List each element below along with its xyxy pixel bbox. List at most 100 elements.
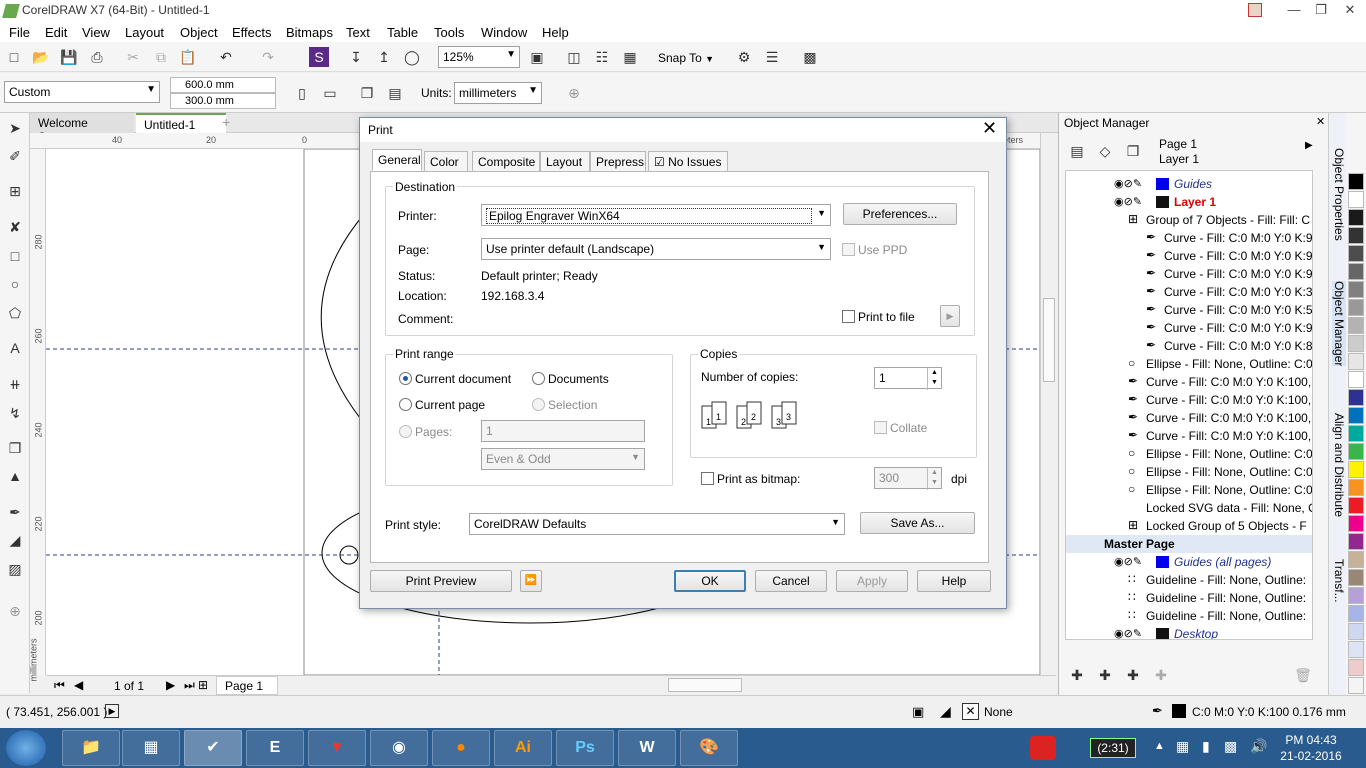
- tree-item[interactable]: ⊞ Locked Group of 5 Objects - F: [1066, 517, 1312, 535]
- color-swatch[interactable]: [1348, 353, 1364, 370]
- undo-icon[interactable]: ↶: [216, 47, 236, 67]
- show-grid-icon[interactable]: ▦: [620, 47, 640, 67]
- all-pages-icon[interactable]: ❐: [357, 83, 377, 103]
- tree-item[interactable]: ⊞ Group of 7 Objects - Fill: Fill: C: [1066, 211, 1312, 229]
- volume-icon[interactable]: 🔊: [1250, 738, 1267, 755]
- even-odd-select[interactable]: Even & Odd ▼: [481, 448, 645, 470]
- tree-item[interactable]: ○ Ellipse - Fill: None, Outline: C:0: [1066, 463, 1312, 481]
- print-preview-button[interactable]: Print Preview: [370, 570, 512, 592]
- tab-composite[interactable]: Composite: [472, 151, 540, 172]
- tab-welcome-screen[interactable]: Welcome Screen: [30, 113, 134, 144]
- color-swatch[interactable]: [1348, 407, 1364, 424]
- tree-item[interactable]: ✒ Curve - Fill: C:0 M:0 Y:0 K:8: [1066, 337, 1312, 355]
- portrait-icon[interactable]: ▯: [292, 83, 312, 103]
- add-tool-icon[interactable]: ⊕: [5, 601, 25, 621]
- collate-checkbox[interactable]: [874, 421, 887, 434]
- color-swatch[interactable]: [1348, 533, 1364, 550]
- last-page-icon[interactable]: ⏭: [184, 678, 195, 693]
- save-icon[interactable]: 💾: [59, 47, 79, 67]
- spin-arrows-icon[interactable]: ▲ ▼: [927, 468, 941, 490]
- taskbar-photoshop-icon[interactable]: Ps: [556, 730, 614, 766]
- use-ppd-checkbox[interactable]: [842, 243, 855, 256]
- tree-item[interactable]: ○ Ellipse - Fill: None, Outline: C:0: [1066, 445, 1312, 463]
- battery-timer[interactable]: (2:31): [1090, 738, 1136, 758]
- color-swatch[interactable]: [1348, 173, 1364, 190]
- print-as-bitmap-checkbox[interactable]: [701, 472, 714, 485]
- landscape-icon[interactable]: ▭: [320, 83, 340, 103]
- color-swatch[interactable]: [1348, 425, 1364, 442]
- tree-item[interactable]: ✒ Curve - Fill: C:0 M:0 Y:0 K:100,: [1066, 427, 1312, 445]
- paste-icon[interactable]: 📋: [178, 47, 198, 67]
- tab-no-issues[interactable]: ☑ No Issues: [648, 151, 728, 172]
- page-size-combo[interactable]: Custom ▼: [4, 81, 160, 103]
- redo-icon[interactable]: ↷: [258, 47, 278, 67]
- cancel-button[interactable]: Cancel: [755, 570, 827, 592]
- color-swatch[interactable]: [1348, 659, 1364, 676]
- color-swatch[interactable]: [1348, 389, 1364, 406]
- taskbar-app-red-icon[interactable]: ▼: [308, 730, 366, 766]
- menu-help[interactable]: Help: [542, 25, 569, 40]
- new-layer-icon[interactable]: ✚: [1067, 665, 1087, 685]
- new-master-layer-all-icon[interactable]: ✚: [1123, 665, 1143, 685]
- eyedropper-tool-icon[interactable]: ✒: [5, 502, 25, 522]
- publish-pdf-icon[interactable]: ◯: [402, 47, 422, 67]
- add-icon[interactable]: ⊕: [564, 83, 584, 103]
- close-icon[interactable]: ✕: [982, 118, 997, 139]
- fullscreen-icon[interactable]: ◫: [564, 47, 584, 67]
- docker-tab-object-manager[interactable]: Object Manager: [1332, 281, 1346, 367]
- add-page-icon[interactable]: ⊞: [198, 678, 208, 692]
- printer-select[interactable]: Epilog Engraver WinX64 ▼: [481, 204, 831, 226]
- connector-tool-icon[interactable]: ↯: [5, 403, 25, 423]
- tree-item[interactable]: Master Page: [1066, 535, 1312, 553]
- docker-tab-object-properties[interactable]: Object Properties: [1332, 148, 1346, 241]
- application-launcher-icon[interactable]: ☰: [762, 47, 782, 67]
- close-panel-icon[interactable]: ✕: [1316, 115, 1325, 128]
- show-rulers-icon[interactable]: ☷: [592, 47, 612, 67]
- tree-item[interactable]: ✒ Curve - Fill: C:0 M:0 Y:0 K:9: [1066, 247, 1312, 265]
- color-swatch[interactable]: [1348, 245, 1364, 262]
- object-tree[interactable]: ◉⊘✎ Guides ◉⊘✎ Layer 1 ⊞ Group of 7 Objects -…: [1065, 170, 1313, 640]
- visibility-icon[interactable]: ◉⊘✎: [1114, 555, 1142, 568]
- pages-field[interactable]: 1: [481, 420, 645, 442]
- tree-item[interactable]: ✒ Curve - Fill: C:0 M:0 Y:0 K:9: [1066, 265, 1312, 283]
- text-tool-icon[interactable]: A: [5, 338, 25, 358]
- transparency-tool-icon[interactable]: ▲: [5, 466, 25, 486]
- menu-object[interactable]: Object: [180, 25, 218, 40]
- color-swatch[interactable]: [1348, 371, 1364, 388]
- pick-tool-icon[interactable]: ➤: [5, 118, 25, 138]
- print-icon[interactable]: ⎙: [87, 47, 107, 67]
- tree-item[interactable]: ✒ Curve - Fill: C:0 M:0 Y:0 K:5: [1066, 301, 1312, 319]
- tree-item[interactable]: ◉⊘✎ Guides (all pages): [1066, 553, 1312, 571]
- menu-file[interactable]: File: [9, 25, 30, 40]
- show-object-properties-icon[interactable]: ◇: [1095, 141, 1115, 161]
- tree-item[interactable]: ✒ Curve - Fill: C:0 M:0 Y:0 K:9: [1066, 229, 1312, 247]
- tree-item[interactable]: ◉⊘✎ Guides: [1066, 175, 1312, 193]
- save-as-button[interactable]: Save As...: [860, 512, 975, 534]
- tree-item[interactable]: ✒ Curve - Fill: C:0 M:0 Y:0 K:100,: [1066, 373, 1312, 391]
- menu-tools[interactable]: Tools: [434, 25, 464, 40]
- tab-layout[interactable]: Layout: [540, 151, 590, 172]
- options-icon[interactable]: ⚙: [734, 47, 754, 67]
- color-swatch[interactable]: [1348, 569, 1364, 586]
- color-swatch[interactable]: [1348, 641, 1364, 658]
- zoom-fit-icon[interactable]: ▣: [527, 47, 547, 67]
- menu-text[interactable]: Text: [346, 25, 370, 40]
- taskbar-coreldraw-icon[interactable]: ✔: [184, 730, 242, 766]
- tree-item[interactable]: ✒ Curve - Fill: C:0 M:0 Y:0 K:3: [1066, 283, 1312, 301]
- docker-tab-transform[interactable]: Transf...: [1332, 559, 1346, 603]
- color-swatch[interactable]: [1348, 605, 1364, 622]
- current-document-radio[interactable]: [399, 372, 412, 385]
- search-content-icon[interactable]: S: [309, 47, 329, 67]
- expand-preview-button[interactable]: ⏩: [520, 570, 542, 592]
- tree-item[interactable]: ✒ Curve - Fill: C:0 M:0 Y:0 K:9: [1066, 319, 1312, 337]
- copy-icon[interactable]: ⧉: [151, 47, 171, 67]
- account-icon[interactable]: [1248, 3, 1262, 17]
- tray-expand-icon[interactable]: ▲: [1154, 740, 1165, 752]
- tree-item[interactable]: ∷ Guideline - Fill: None, Outline:: [1066, 607, 1312, 625]
- selection-radio[interactable]: [532, 398, 545, 411]
- clock-time[interactable]: PM 04:43: [1278, 733, 1344, 747]
- current-page-radio[interactable]: [399, 398, 412, 411]
- shape-tool-icon[interactable]: ✐: [5, 146, 25, 166]
- start-button[interactable]: [6, 730, 46, 766]
- menu-table[interactable]: Table: [387, 25, 418, 40]
